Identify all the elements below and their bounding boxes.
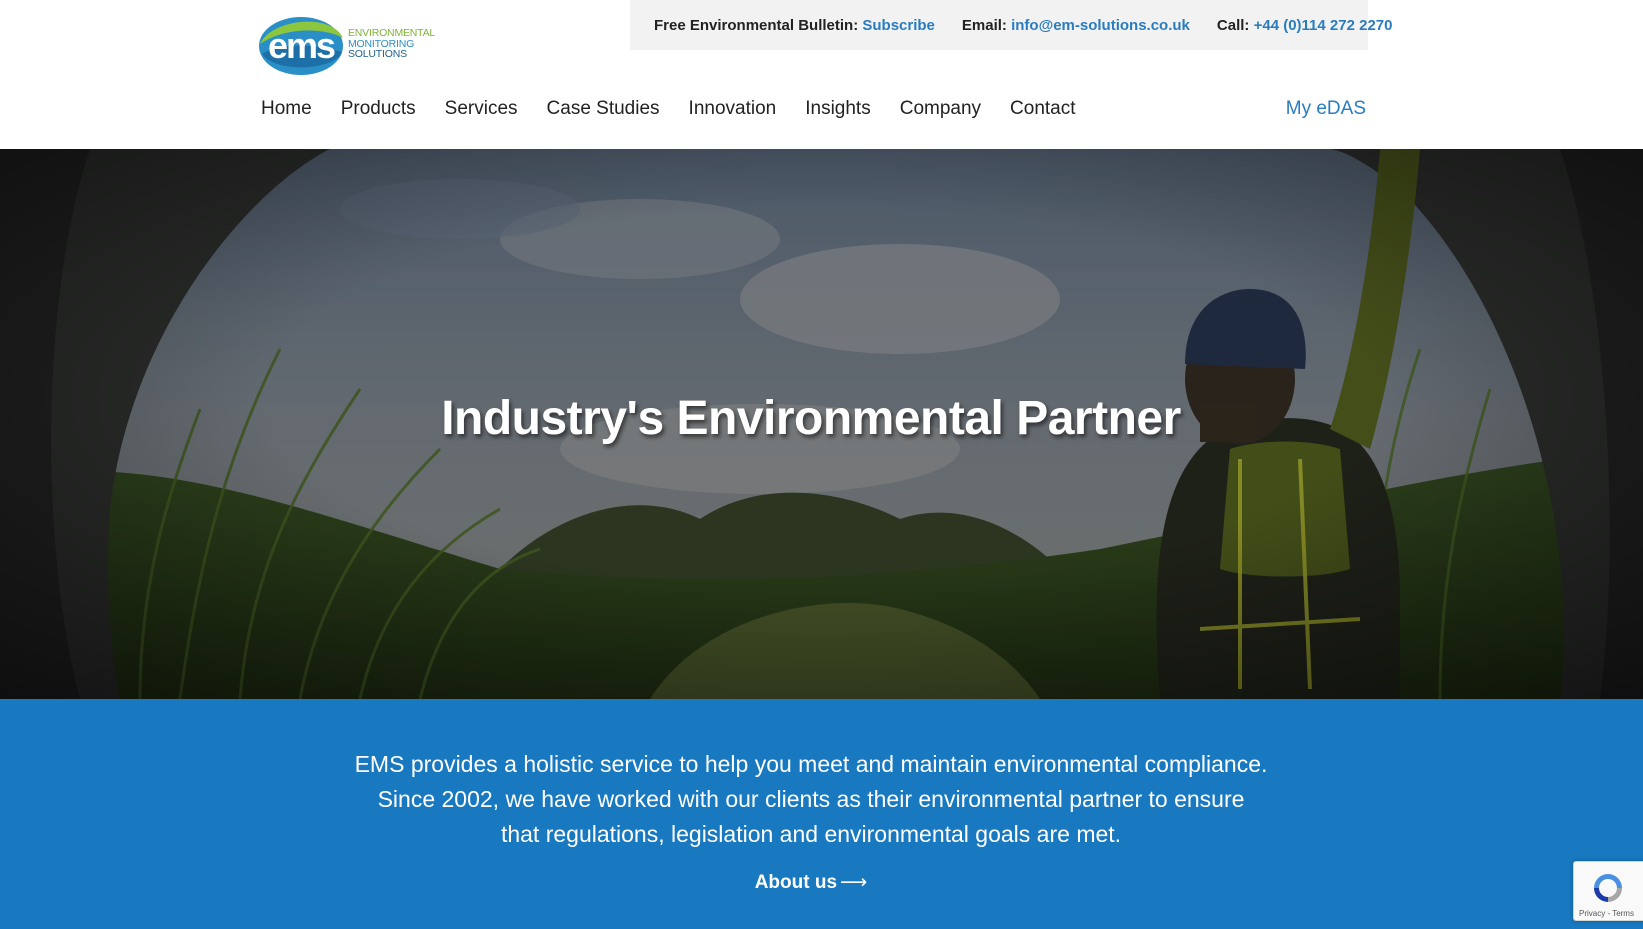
recaptcha-badge[interactable]: Privacy - Terms (1573, 861, 1643, 921)
logo-mark-text: ems (268, 25, 335, 66)
bulletin-group: Free Environmental Bulletin: Subscribe (654, 17, 935, 34)
email-link[interactable]: info@em-solutions.co.uk (1011, 17, 1190, 34)
nav-item-services[interactable]: Services (445, 98, 518, 120)
contact-topbar: Free Environmental Bulletin: Subscribe E… (630, 0, 1392, 50)
email-label: Email: (961, 16, 1007, 34)
subscribe-link[interactable]: Subscribe (862, 17, 935, 34)
intro-paragraph: EMS provides a holistic service to help … (331, 747, 1291, 852)
call-group: Call: +44 (0)114 272 2270 (1217, 17, 1393, 34)
site-header: ems ENVIRONMENTAL MONITORING SOLUTIONS F… (0, 0, 1643, 149)
nav-item-home[interactable]: Home (261, 98, 312, 120)
hero-title: Industry's Environmental Partner (441, 392, 1181, 445)
nav-item-case-studies[interactable]: Case Studies (547, 98, 660, 120)
intro-line-1: EMS provides a holistic service to help … (354, 751, 1268, 777)
about-us-label: About us (754, 872, 838, 893)
main-nav: Home Products Services Case Studies Inno… (261, 98, 1105, 120)
intro-line-2: Since 2002, we have worked with our clie… (377, 786, 1245, 812)
bulletin-label: Free Environmental Bulletin: (654, 16, 859, 34)
nav-item-insights[interactable]: Insights (805, 98, 870, 120)
intro-section: EMS provides a holistic service to help … (0, 699, 1643, 929)
call-label: Call: (1216, 16, 1250, 34)
recaptcha-icon (1594, 874, 1622, 902)
logo-wordmark: ENVIRONMENTAL MONITORING SOLUTIONS (348, 28, 435, 60)
nav-item-company[interactable]: Company (900, 98, 981, 120)
nav-item-innovation[interactable]: Innovation (689, 98, 777, 120)
ems-logo[interactable]: ems ENVIRONMENTAL MONITORING SOLUTIONS (256, 14, 441, 78)
logo-mark: ems (259, 17, 343, 75)
arrow-right-icon: ⟶ (840, 872, 868, 893)
hero-banner: Industry's Environmental Partner (0, 149, 1643, 699)
nav-item-contact[interactable]: Contact (1010, 98, 1075, 120)
email-group: Email: info@em-solutions.co.uk (962, 17, 1190, 34)
phone-link[interactable]: +44 (0)114 272 2270 (1254, 17, 1393, 34)
recaptcha-links[interactable]: Privacy - Terms (1579, 909, 1634, 918)
about-us-link[interactable]: About us ⟶ (0, 871, 1622, 894)
logo-line-environmental: ENVIRONMENTAL (348, 27, 436, 39)
nav-item-products[interactable]: Products (341, 98, 416, 120)
my-edas-link[interactable]: My eDAS (1286, 98, 1366, 120)
logo-line-solutions: SOLUTIONS (348, 48, 407, 60)
intro-line-3: that regulations, legislation and enviro… (500, 821, 1122, 847)
